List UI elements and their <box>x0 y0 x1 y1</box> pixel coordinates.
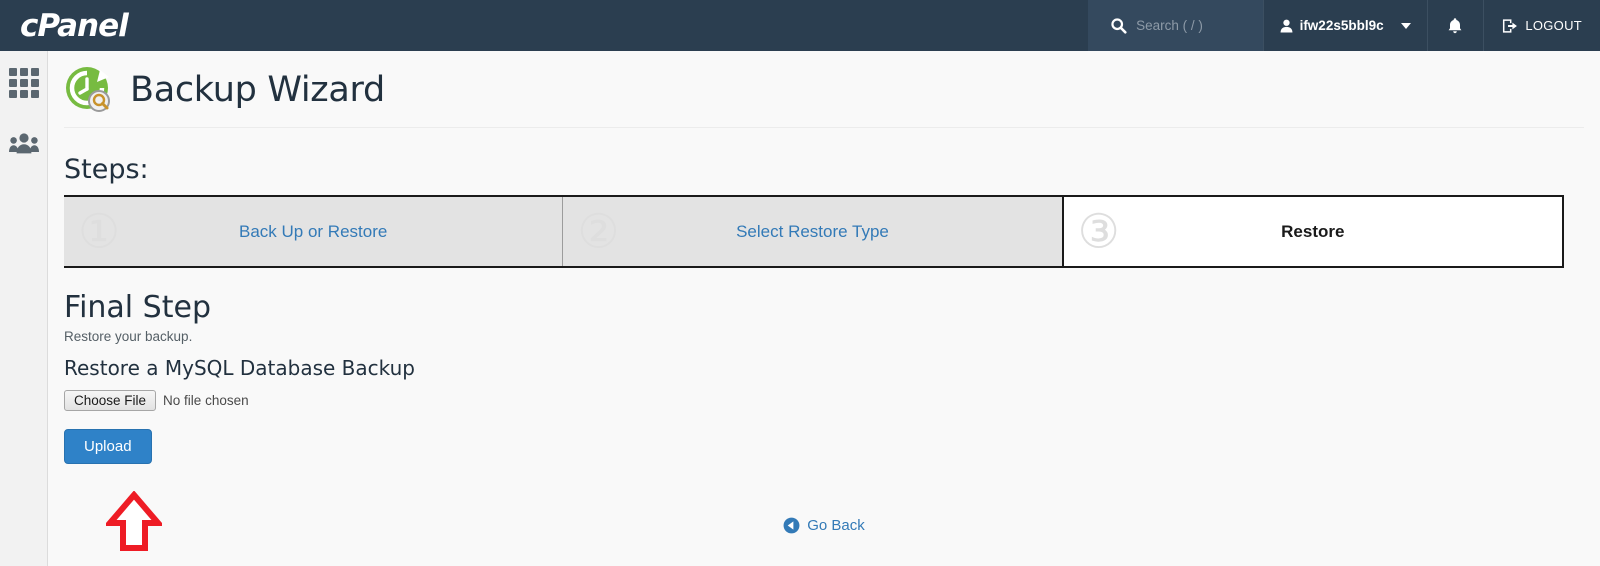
chosen-file-label: No file chosen <box>163 393 249 408</box>
search-icon <box>1110 17 1127 34</box>
final-step-title: Final Step <box>64 290 211 325</box>
sidebar-item-users[interactable] <box>0 123 48 163</box>
user-menu[interactable]: ifw22s5bbl9c <box>1262 0 1428 51</box>
logout-icon <box>1502 18 1519 34</box>
top-header: cPanel Search ( / ) ifw22s5bbl9c LOGOUT <box>0 0 1600 51</box>
left-sidebar <box>0 51 48 566</box>
page-title: Backup Wizard <box>130 70 385 110</box>
choose-file-button[interactable]: Choose File <box>64 390 157 411</box>
bell-icon <box>1447 17 1463 35</box>
step-restore[interactable]: ③ Restore <box>1061 197 1564 266</box>
go-back-link[interactable]: Go Back <box>48 517 1600 534</box>
users-icon <box>8 132 39 154</box>
step-select-restore-type[interactable]: ② Select Restore Type <box>562 197 1061 266</box>
arrow-circle-left-icon <box>783 517 800 534</box>
main-content: Backup Wizard Steps: ① Back Up or Restor… <box>48 51 1600 566</box>
step-back-up-or-restore[interactable]: ① Back Up or Restore <box>64 197 562 266</box>
username-label: ifw22s5bbl9c <box>1299 18 1384 33</box>
step-number: ③ <box>1077 204 1120 259</box>
brand-label: cPanel <box>20 7 129 44</box>
logout-label: LOGOUT <box>1525 18 1583 33</box>
chevron-down-icon[interactable] <box>1400 22 1411 29</box>
logout-button[interactable]: LOGOUT <box>1484 0 1600 51</box>
backup-wizard-icon <box>64 65 114 115</box>
step-label: Back Up or Restore <box>238 221 388 241</box>
brand-logo[interactable]: cPanel <box>0 0 1088 51</box>
step-number: ② <box>577 204 620 259</box>
step-label: Select Restore Type <box>736 221 889 241</box>
final-step-subtext: Restore your backup. <box>64 329 193 344</box>
go-back-label: Go Back <box>807 517 865 534</box>
step-number: ① <box>78 204 121 259</box>
restore-section-heading: Restore a MySQL Database Backup <box>64 356 415 380</box>
file-upload-row: Choose File No file chosen <box>64 390 1584 411</box>
sidebar-item-apps[interactable] <box>0 63 48 103</box>
apps-grid-icon <box>8 68 39 98</box>
page-header: Backup Wizard <box>64 51 1584 128</box>
steps-label: Steps: <box>64 154 149 185</box>
search-placeholder: Search ( / ) <box>1136 18 1203 33</box>
upload-button[interactable]: Upload <box>64 429 152 464</box>
search-input[interactable]: Search ( / ) <box>1088 0 1263 51</box>
step-label: Restore <box>1281 221 1345 241</box>
steps-bar: ① Back Up or Restore ② Select Restore Ty… <box>64 195 1564 268</box>
user-icon <box>1280 19 1293 33</box>
notifications-button[interactable] <box>1428 0 1485 51</box>
